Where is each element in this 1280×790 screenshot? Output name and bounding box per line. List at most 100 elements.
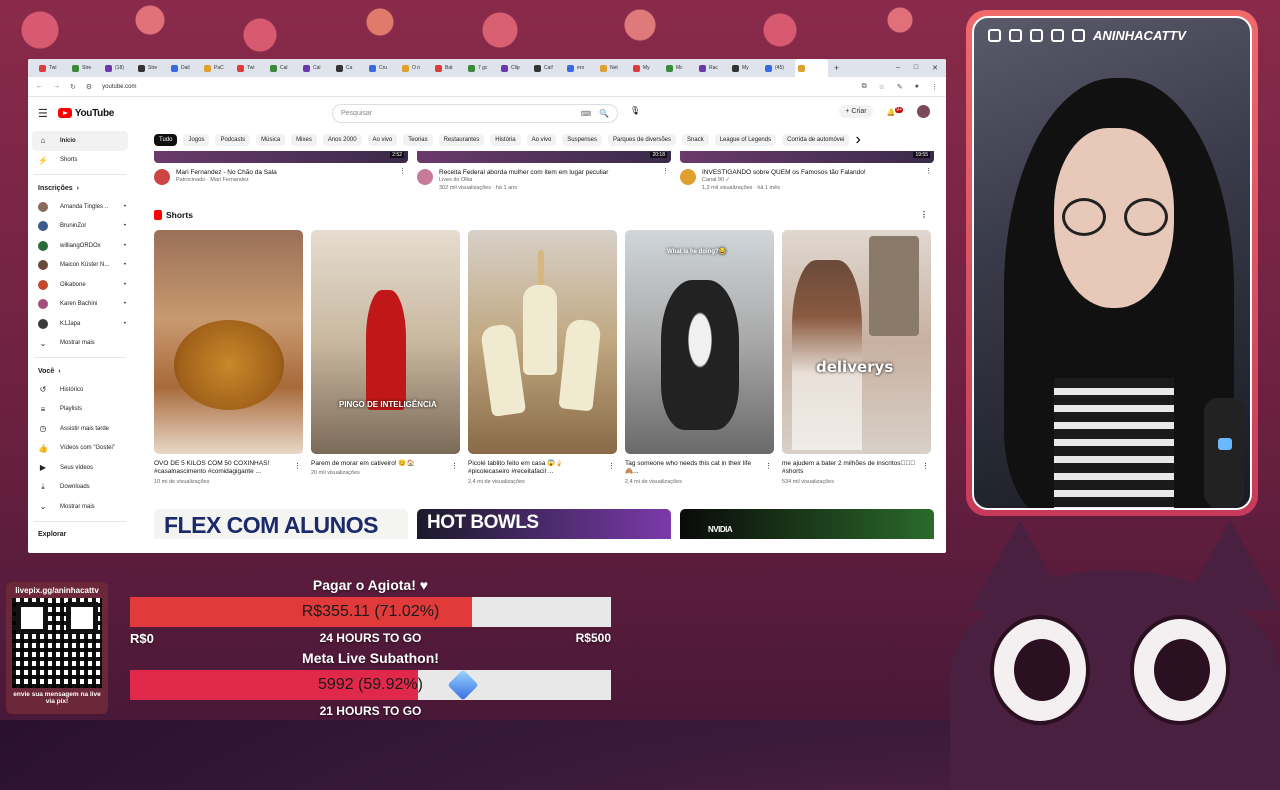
filter-chip[interactable]: Tudo: [154, 134, 178, 146]
new-tab-button[interactable]: +: [834, 63, 839, 73]
video-card[interactable]: 19:55 INVESTIGANDO sobre QUEM os Famosos …: [680, 151, 934, 192]
video-title[interactable]: INVESTIGANDO sobre QUEM os Famosos tão F…: [702, 169, 866, 177]
browser-tab[interactable]: Rac: [696, 59, 729, 77]
filter-chip[interactable]: Jogos: [183, 134, 210, 146]
video-title[interactable]: Mari Fernandez - No Chão da Sala: [176, 169, 277, 177]
short-thumbnail[interactable]: deliverys: [782, 229, 931, 454]
more-options-icon[interactable]: ⋮: [925, 167, 932, 175]
sidebar-item-subscription[interactable]: K1Japa •: [28, 314, 132, 334]
filter-chip[interactable]: Corrida de automóvei: [782, 134, 850, 146]
more-options-icon[interactable]: ⋮: [608, 462, 615, 470]
sidebar-item-download[interactable]: ⤓ Downloads: [28, 478, 132, 498]
filter-chip[interactable]: Música: [256, 134, 286, 146]
channel-avatar[interactable]: [680, 169, 696, 185]
short-title[interactable]: OVO DE 5 KILOS COM 50 COXINHAS! #casalna…: [154, 460, 303, 478]
video-channel[interactable]: Canal 90 ✓: [702, 177, 866, 184]
mic-icon[interactable]: 🎙: [630, 106, 640, 115]
video-card[interactable]: 2:52 Mari Fernandez - No Chão da Sala Patr…: [154, 151, 408, 192]
channel-avatar[interactable]: [417, 169, 433, 185]
browser-tab[interactable]: Stre: [69, 59, 102, 77]
short-thumbnail[interactable]: [154, 229, 303, 454]
url-field[interactable]: youtube.com: [102, 84, 136, 90]
extensions-icon[interactable]: ✎: [897, 83, 903, 91]
sidebar-item-home[interactable]: ⌂ Início: [32, 131, 128, 151]
browser-tab[interactable]: My: [729, 59, 762, 77]
filter-chip[interactable]: Podcasts: [215, 134, 251, 146]
install-icon[interactable]: ⧉: [862, 83, 867, 91]
sidebar-item-subscription[interactable]: Maicon Küster N... •: [28, 256, 132, 276]
bookmark-star-icon[interactable]: ☆: [879, 83, 885, 91]
filter-chip[interactable]: Anos 2000: [322, 134, 362, 146]
browser-tab[interactable]: ero: [564, 59, 597, 77]
you-header[interactable]: Você ›: [28, 362, 132, 380]
sidebar-item-subscription[interactable]: Karen Bachini •: [28, 295, 132, 315]
short-title[interactable]: me ajudem a bater 2 milhões de inscritos…: [782, 460, 931, 478]
short-title[interactable]: Parem de morar em cativeiro! 😊🏠: [311, 460, 460, 469]
video-thumbnail[interactable]: 19:55: [680, 151, 934, 163]
short-card[interactable]: deliverys me ajudem a bater 2 milhões de…: [782, 229, 931, 485]
browser-tab[interactable]: (18): [102, 59, 135, 77]
browser-tab[interactable]: My: [630, 59, 663, 77]
sidebar-item-playlists[interactable]: ≡ Playlists: [28, 400, 132, 420]
browser-tab[interactable]: Net: [597, 59, 630, 77]
search-icon[interactable]: 🔍: [599, 109, 609, 118]
browser-tab[interactable]: 7 gc: [465, 59, 498, 77]
video-title[interactable]: Receita Federal aborda mulher com item e…: [439, 169, 608, 177]
browser-tab[interactable]: Mc: [663, 59, 696, 77]
browser-tab[interactable]: Stre: [135, 59, 168, 77]
browser-tab[interactable]: Ca: [333, 59, 366, 77]
sidebar-item-watch-later[interactable]: ◷ Assistir mais tarde: [28, 419, 132, 439]
short-thumbnail[interactable]: [468, 229, 617, 454]
more-options-icon[interactable]: ⋮: [399, 167, 406, 175]
short-card[interactable]: OVO DE 5 KILOS COM 50 COXINHAS! #casalna…: [154, 229, 303, 485]
notifications-icon[interactable]: 🔔9+: [887, 106, 903, 116]
browser-tab[interactable]: [795, 59, 828, 77]
more-options-icon[interactable]: ⋮: [765, 462, 772, 470]
video-thumbnail[interactable]: 20:18: [417, 151, 671, 163]
browser-tab[interactable]: (45): [762, 59, 795, 77]
channel-avatar[interactable]: [154, 169, 170, 185]
subscriptions-header[interactable]: Inscrições ›: [28, 179, 132, 197]
video-channel[interactable]: Lives do Olka: [439, 177, 608, 184]
more-options-icon[interactable]: ⋮: [920, 210, 928, 219]
sidebar-item-subscription[interactable]: williangORDOx •: [28, 236, 132, 256]
short-title[interactable]: Picolé tablito feito em casa 😱🍦 #picolec…: [468, 460, 617, 478]
show-more-subs[interactable]: ⌄ Mostrar mais: [28, 334, 132, 354]
back-icon[interactable]: ←: [36, 83, 43, 90]
browser-menu-icon[interactable]: ⋮: [931, 83, 938, 91]
short-card[interactable]: What is he doing?😂 Tag someone who needs…: [625, 229, 774, 485]
avatar[interactable]: [917, 105, 930, 118]
video-thumbnail[interactable]: FLEX COM ALUNOS: [154, 509, 408, 540]
menu-icon[interactable]: ☰: [38, 107, 48, 120]
keyboard-icon[interactable]: ⌨: [581, 110, 591, 118]
create-button[interactable]: + Criar: [839, 105, 873, 118]
video-card[interactable]: 20:18 Receita Federal aborda mulher com i…: [417, 151, 671, 192]
browser-tab[interactable]: Bat: [432, 59, 465, 77]
browser-tab[interactable]: Twi: [234, 59, 267, 77]
sidebar-item-history[interactable]: ↺ Histórico: [28, 380, 132, 400]
more-options-icon[interactable]: ⋮: [922, 462, 929, 470]
filter-chip[interactable]: Snack: [682, 134, 709, 146]
short-title[interactable]: Tag someone who needs this cat in their …: [625, 460, 774, 478]
site-info-icon[interactable]: ⚙: [86, 83, 92, 91]
sidebar-item-subscription[interactable]: Amanda Tingles .. •: [28, 197, 132, 217]
browser-tab[interactable]: Clip: [498, 59, 531, 77]
sidebar-item-your-videos[interactable]: ▶ Seus vídeos: [28, 458, 132, 478]
minimize-button[interactable]: –: [896, 64, 900, 72]
youtube-logo[interactable]: YouTube: [57, 108, 114, 119]
more-options-icon[interactable]: ⋮: [662, 167, 669, 175]
filter-chip[interactable]: Ao vivo: [367, 134, 398, 146]
video-thumbnail[interactable]: 2:52: [154, 151, 408, 163]
filter-chip[interactable]: Ao vivo: [526, 134, 557, 146]
close-window-button[interactable]: ✕: [932, 64, 938, 72]
forward-icon[interactable]: →: [53, 83, 60, 90]
sidebar-item-subscription[interactable]: BruninZor •: [28, 217, 132, 237]
short-card[interactable]: Picolé tablito feito em casa 😱🍦 #picolec…: [468, 229, 617, 485]
filter-chip[interactable]: Teorias: [403, 134, 433, 146]
filter-chip[interactable]: Suspenses: [562, 134, 602, 146]
filter-chip[interactable]: História: [490, 134, 521, 146]
maximize-button[interactable]: □: [914, 64, 918, 72]
browser-tab[interactable]: Twi: [36, 59, 69, 77]
browser-tab[interactable]: PaC: [201, 59, 234, 77]
browser-tab[interactable]: Cal: [300, 59, 333, 77]
